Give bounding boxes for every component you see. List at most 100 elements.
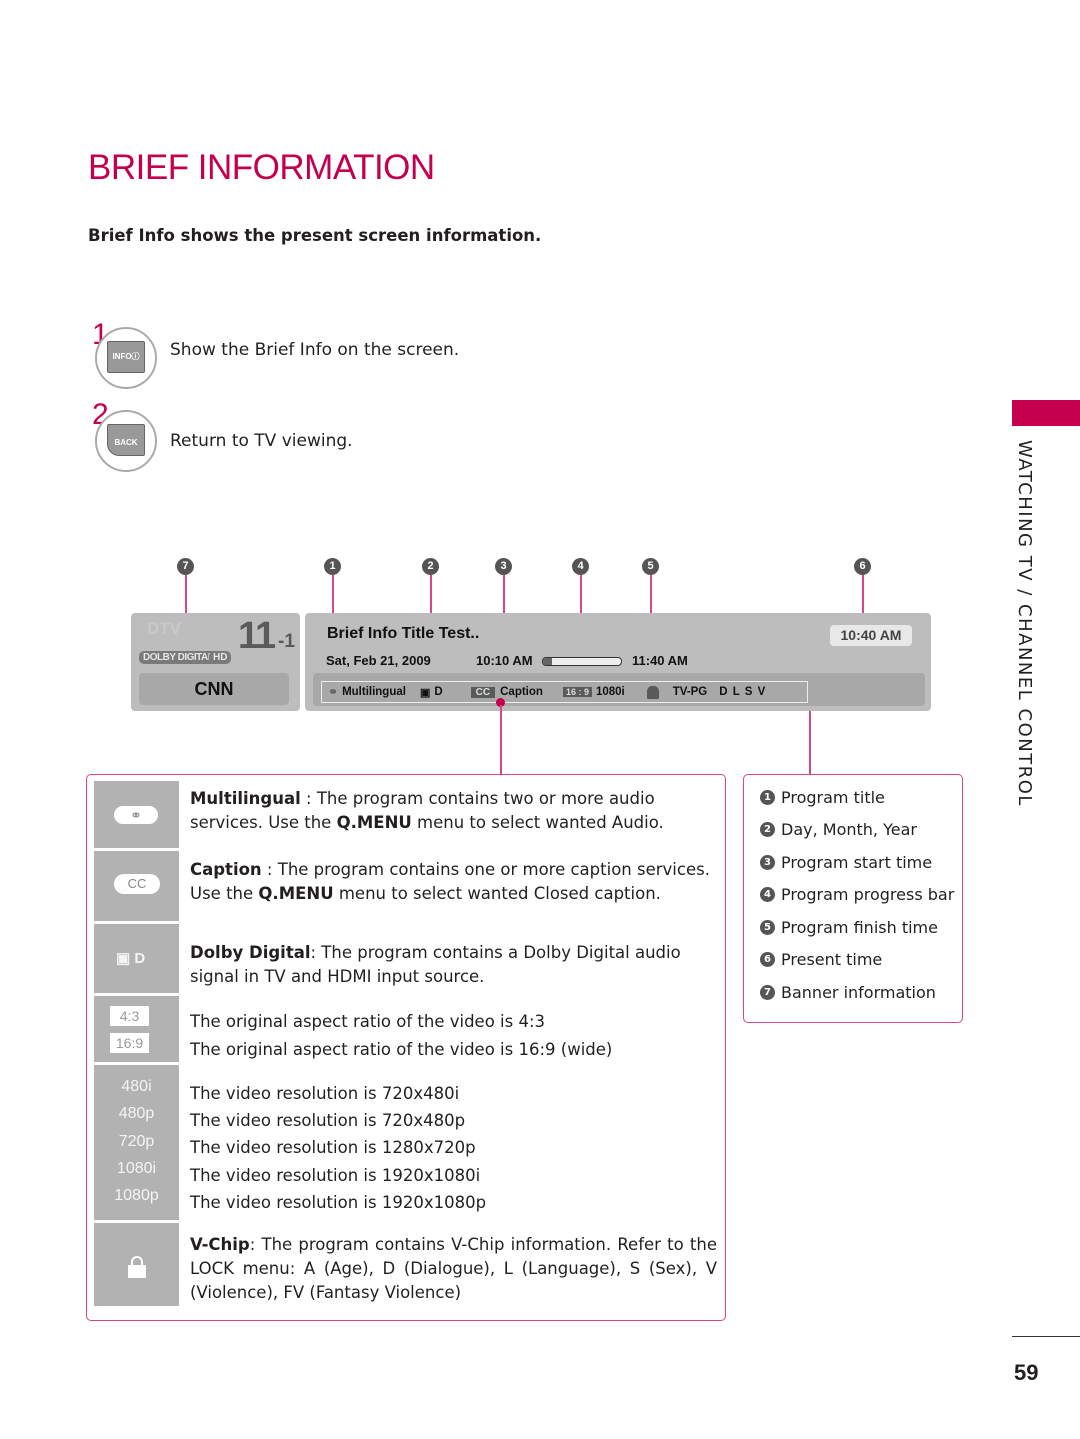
legend-label: Banner information bbox=[781, 982, 936, 1002]
res-720p-icon: 720p bbox=[118, 1132, 155, 1150]
step-text: Return to TV viewing. bbox=[170, 431, 353, 451]
channel-banner: DTV 11 -1 DOLBY DIGITAL HD CNN bbox=[131, 613, 300, 711]
description-vchip: V-Chip: The program contains V-Chip info… bbox=[190, 1235, 717, 1302]
callout-3: 3 bbox=[495, 558, 512, 575]
rating-label: TV-PG bbox=[672, 686, 708, 698]
resolution-line: The video resolution is 1920x1080i bbox=[190, 1165, 481, 1185]
resolution-line: The video resolution is 1280x720p bbox=[190, 1138, 476, 1158]
caption-label: Caption bbox=[500, 686, 543, 698]
icon-cell: CC bbox=[94, 851, 179, 921]
section-tab bbox=[1012, 400, 1080, 426]
info-button-icon[interactable]: INFOⓘ bbox=[107, 341, 145, 373]
channel-minor: -1 bbox=[278, 631, 295, 652]
legend-item: 7 Banner information bbox=[760, 976, 954, 1009]
res-480i-icon: 480i bbox=[121, 1078, 152, 1095]
page-rule bbox=[1012, 1336, 1080, 1337]
description-aspect: The original aspect ratio of the video i… bbox=[190, 1008, 720, 1063]
description-dolby: Dolby Digital: The program contains a Do… bbox=[190, 943, 681, 986]
progress-fill bbox=[543, 658, 553, 665]
hd-badge: HD bbox=[209, 651, 232, 664]
section-label: WATCHING TV / CHANNEL CONTROL bbox=[1014, 440, 1035, 807]
page-title: BRIEF INFORMATION bbox=[88, 148, 435, 187]
icon-cell: ⚭ bbox=[94, 781, 179, 848]
legend-item: 3 Program start time bbox=[760, 846, 954, 879]
multilingual-icon: ⚭ bbox=[114, 806, 158, 824]
resolution-label: 1080i bbox=[595, 686, 625, 698]
channel-major: 11 bbox=[238, 615, 276, 657]
legend-number: 7 bbox=[760, 984, 775, 1000]
status-row: ⚭ Multilingual ▣ D CC Caption 16 : 9 108… bbox=[321, 681, 808, 703]
res-1080p-icon: 1080p bbox=[114, 1187, 159, 1205]
aspect-line: The original aspect ratio of the video i… bbox=[190, 1039, 613, 1059]
dolby-digital-icon: ▣ D bbox=[116, 950, 146, 967]
program-title: Brief Info Title Test.. bbox=[327, 625, 480, 642]
aspect-line: The original aspect ratio of the video i… bbox=[190, 1012, 546, 1031]
station-name: CNN bbox=[139, 673, 289, 705]
legend-number: 3 bbox=[760, 854, 775, 870]
legend-box: 1 Program title 2 Day, Month, Year 3 Progra… bbox=[743, 774, 963, 1023]
rating-flags: D L S V bbox=[719, 686, 767, 698]
dolby-label: D bbox=[434, 686, 443, 698]
back-button-icon[interactable]: BACK bbox=[107, 424, 145, 456]
legend-item: 1 Program title bbox=[760, 781, 954, 814]
res-480p-icon: 480p bbox=[118, 1105, 155, 1123]
icon-cell: 4:3 16:9 bbox=[94, 996, 179, 1062]
legend-label: Day, Month, Year bbox=[781, 820, 917, 840]
legend-label: Program progress bar bbox=[781, 885, 955, 905]
lock-icon bbox=[128, 1256, 146, 1278]
page-number: 59 bbox=[1014, 1360, 1039, 1385]
callout-6: 6 bbox=[854, 558, 871, 575]
legend-number: 6 bbox=[760, 952, 775, 968]
legend-number: 5 bbox=[760, 919, 775, 935]
program-date: Sat, Feb 21, 2009 bbox=[326, 653, 431, 668]
legend-number: 1 bbox=[760, 789, 775, 805]
legend-item: 5 Program finish time bbox=[760, 911, 954, 944]
icon-cell: 480i 480p 720p 1080i 1080p bbox=[94, 1065, 179, 1220]
program-end-time: 11:40 AM bbox=[632, 653, 688, 668]
legend-label: Program title bbox=[781, 787, 885, 807]
legend-label: Program start time bbox=[781, 852, 933, 872]
lock-icon bbox=[646, 685, 659, 699]
aspect-badge: 16 : 9 bbox=[562, 687, 592, 697]
legend-item: 4 Program progress bar bbox=[760, 879, 954, 912]
resolution-line: The video resolution is 720x480p bbox=[190, 1111, 466, 1131]
resolution-line: The video resolution is 720x480i bbox=[190, 1084, 460, 1103]
dolby-digital-badge: DOLBY DIGITAL bbox=[139, 651, 218, 664]
resolution-icons: 480i 480p 720p 1080i 1080p bbox=[94, 1073, 179, 1209]
callout-1: 1 bbox=[324, 558, 341, 575]
page-subtitle: Brief Info shows the present screen info… bbox=[88, 226, 542, 245]
legend-item: 2 Day, Month, Year bbox=[760, 814, 954, 847]
description-caption: Caption : The program contains one or mo… bbox=[190, 860, 710, 903]
info-banner: Brief Info Title Test.. Sat, Feb 21, 200… bbox=[305, 613, 931, 711]
multilingual-icon: ⚭ bbox=[328, 685, 339, 699]
icon-cell: ▣ D bbox=[94, 924, 179, 993]
aspect-4-3-icon: 4:3 bbox=[110, 1006, 149, 1026]
cc-icon: CC bbox=[114, 874, 160, 894]
callout-4: 4 bbox=[572, 558, 589, 575]
callout-7: 7 bbox=[177, 558, 194, 575]
description-multilingual: Multilingual : The program contains two … bbox=[190, 789, 664, 832]
callout-2: 2 bbox=[422, 558, 439, 575]
connector-line bbox=[809, 711, 811, 775]
legend-list: 1 Program title 2 Day, Month, Year 3 Progra… bbox=[760, 781, 954, 1009]
cc-badge: CC bbox=[470, 686, 496, 698]
connector-line bbox=[500, 705, 502, 775]
program-start-time: 10:10 AM bbox=[476, 653, 533, 668]
source-label: DTV bbox=[147, 619, 181, 638]
res-1080i-icon: 1080i bbox=[116, 1159, 157, 1177]
icon-cell bbox=[94, 1223, 179, 1306]
aspect-16-9-icon: 16:9 bbox=[110, 1033, 149, 1053]
dolby-icon: ▣ bbox=[419, 686, 431, 699]
legend-number: 4 bbox=[760, 887, 775, 903]
present-time: 10:40 AM bbox=[830, 625, 912, 646]
description-resolution: The video resolution is 720x480i The vid… bbox=[190, 1080, 720, 1216]
callout-5: 5 bbox=[642, 558, 659, 575]
step-text: Show the Brief Info on the screen. bbox=[170, 340, 460, 360]
program-progress-bar bbox=[542, 657, 622, 666]
legend-number: 2 bbox=[760, 822, 775, 838]
legend-item: 6 Present time bbox=[760, 944, 954, 977]
resolution-line: The video resolution is 1920x1080p bbox=[190, 1192, 487, 1212]
legend-label: Present time bbox=[781, 950, 883, 970]
audio-label: Multilingual bbox=[342, 686, 406, 698]
legend-label: Program finish time bbox=[781, 917, 938, 937]
